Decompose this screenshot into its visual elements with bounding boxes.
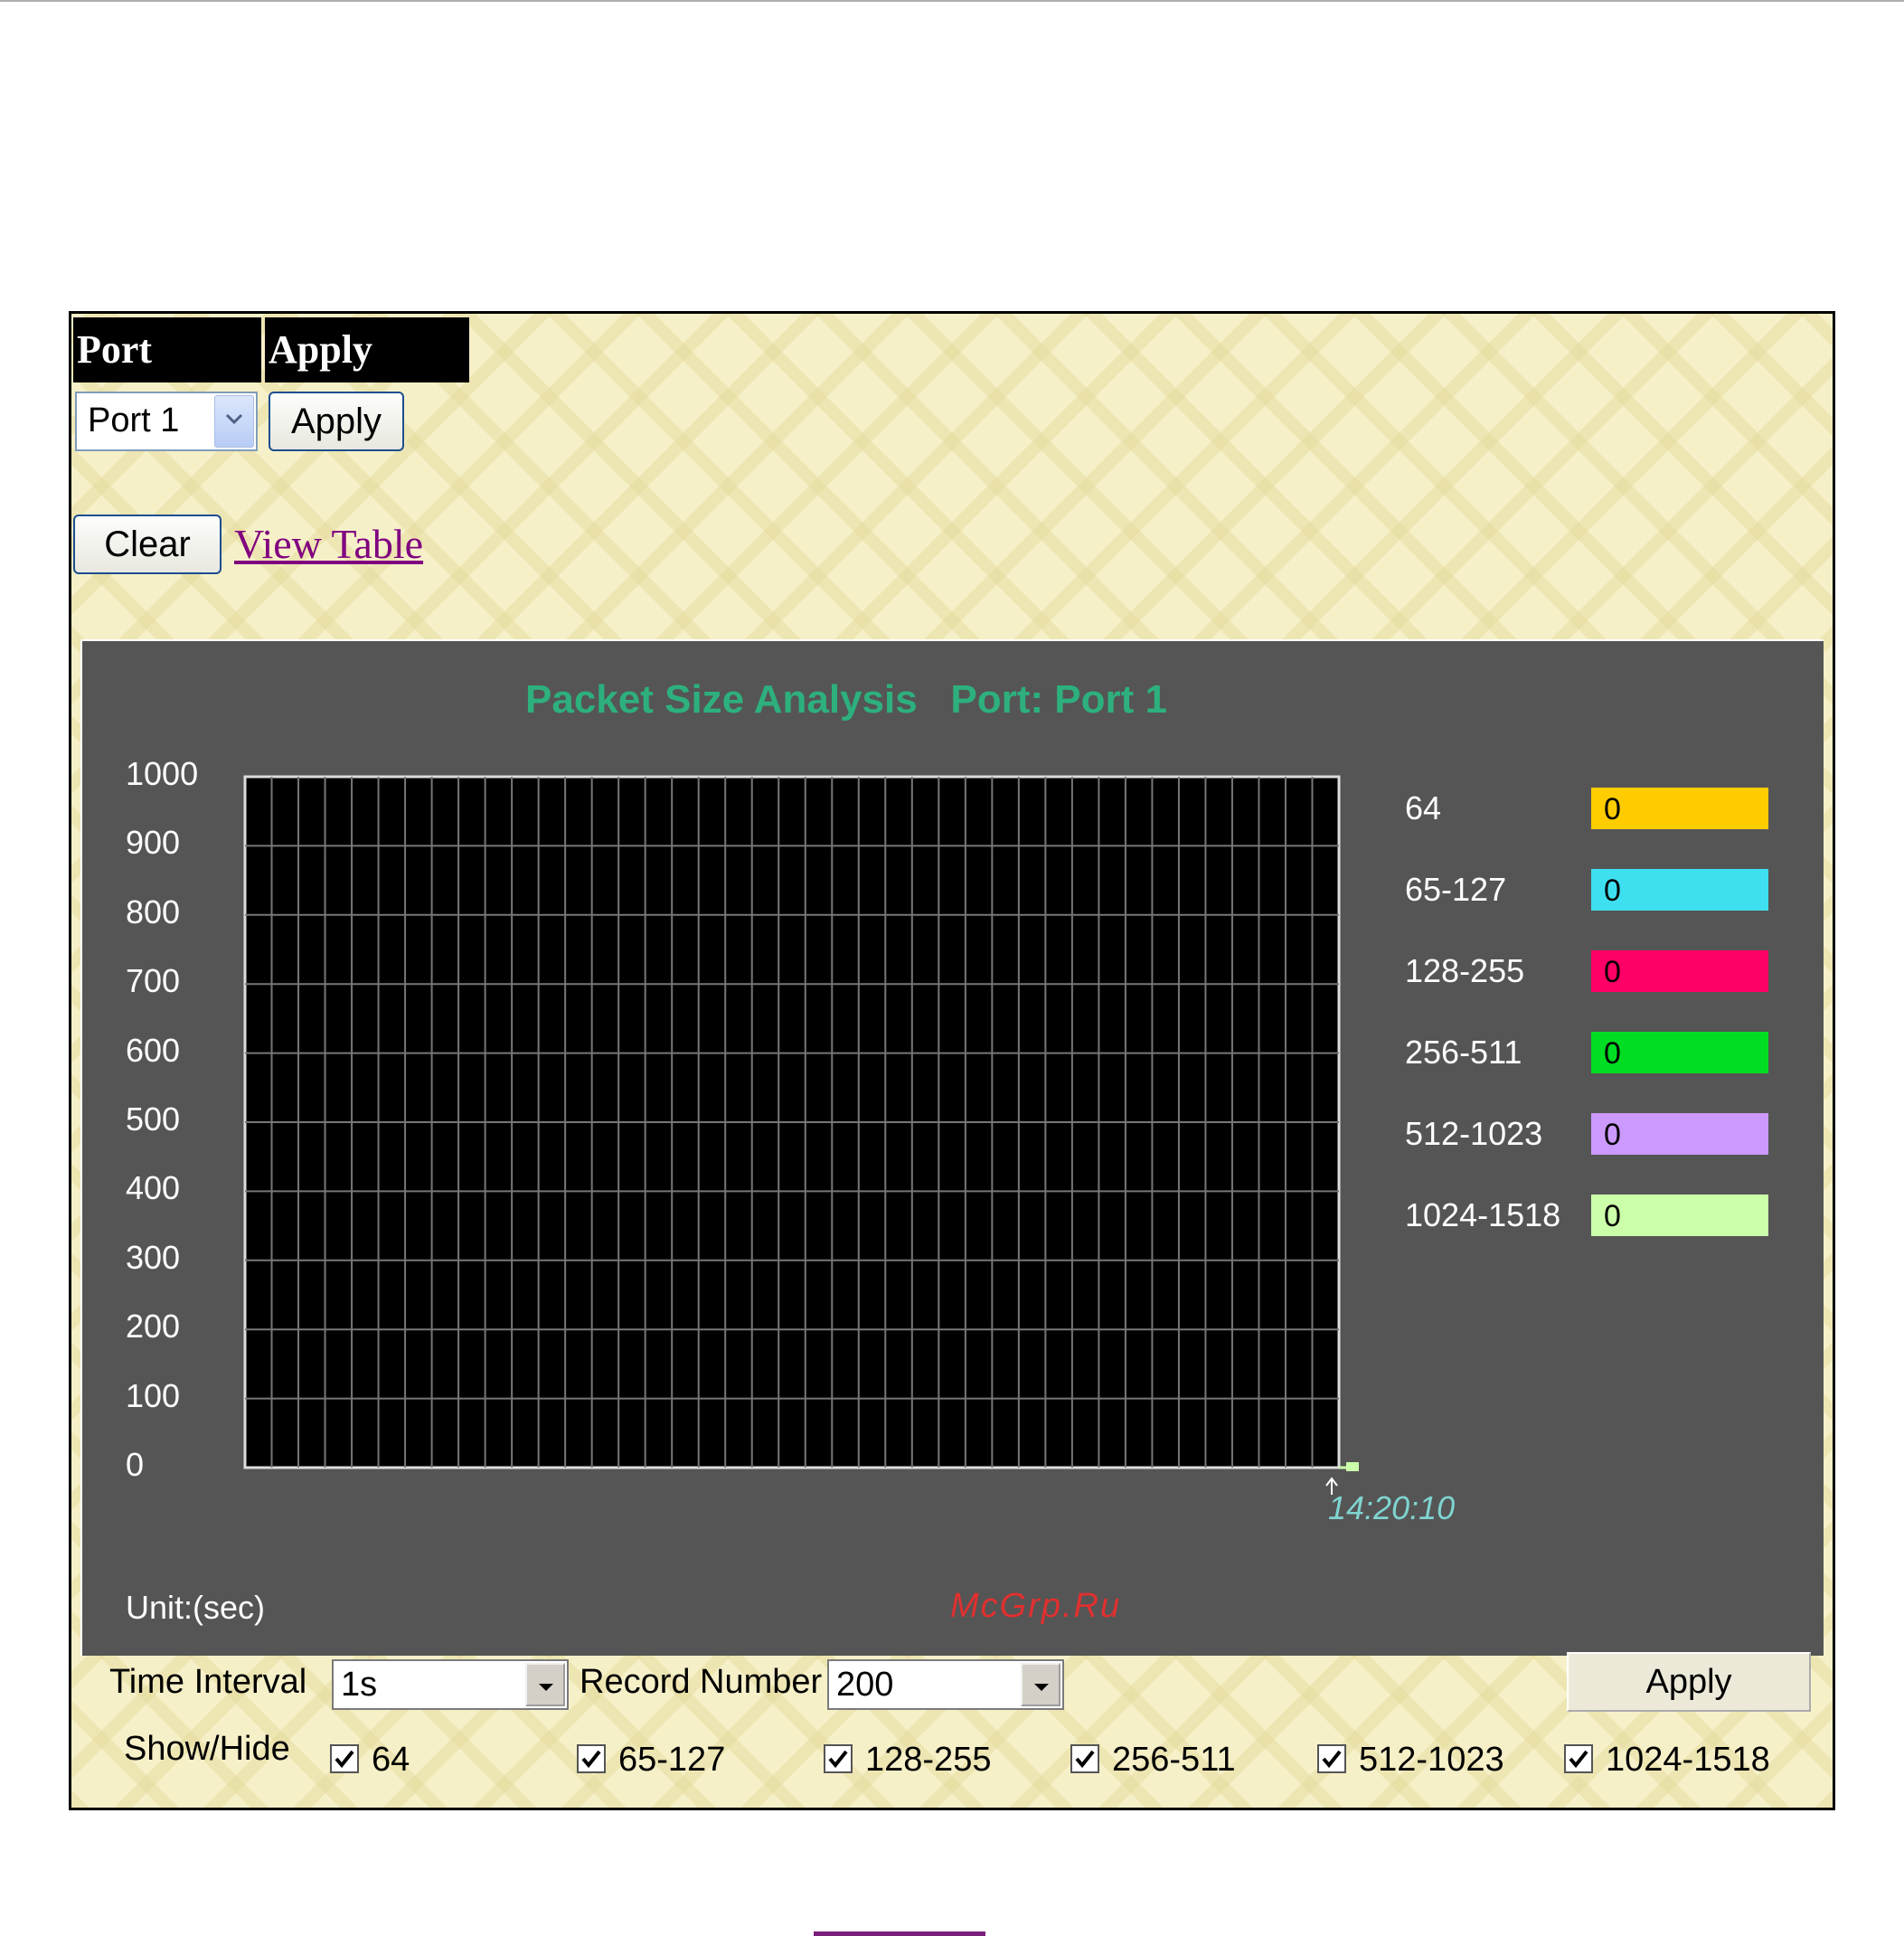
- legend-label: 65-127: [1405, 871, 1507, 908]
- checkmark-icon: [581, 1750, 601, 1769]
- legend-label: 512-1023: [1405, 1115, 1543, 1152]
- y-tick-label: 800: [126, 892, 181, 930]
- checkmark-icon: [335, 1750, 354, 1769]
- checkbox-icon[interactable]: [824, 1744, 853, 1773]
- checkbox-label: 1024-1518: [1606, 1741, 1770, 1779]
- legend-label: 128-255: [1405, 952, 1525, 989]
- watermark-text: McGrp.Ru: [950, 1587, 1122, 1625]
- legend-value-box: 0: [1591, 1195, 1768, 1236]
- y-tick-label: 0: [126, 1446, 145, 1483]
- record-number-select[interactable]: 200: [827, 1659, 1064, 1710]
- checkbox-icon[interactable]: [1070, 1744, 1099, 1773]
- packet-size-panel: Port Apply Port 1 Apply Clear View Table…: [69, 311, 1835, 1810]
- y-tick-label: 1000: [126, 755, 199, 792]
- legend-value-box: 0: [1591, 950, 1768, 992]
- y-tick-label: 600: [126, 1031, 181, 1069]
- port-select[interactable]: Port 1: [75, 392, 258, 451]
- x-tick-label: 14:20:10: [1328, 1489, 1456, 1526]
- checkbox-label: 65-127: [618, 1741, 726, 1779]
- checkbox-icon[interactable]: [330, 1744, 359, 1773]
- checkmark-icon: [1322, 1750, 1342, 1769]
- y-tick-label: 100: [126, 1376, 181, 1414]
- apply-column-header: Apply: [265, 317, 469, 382]
- checkbox-icon[interactable]: [577, 1744, 606, 1773]
- checkbox-label: 128-255: [865, 1741, 992, 1779]
- clear-button[interactable]: Clear: [73, 515, 222, 574]
- legend-label: 1024-1518: [1405, 1196, 1561, 1233]
- checkbox-label: 256-511: [1112, 1741, 1236, 1779]
- y-tick-label: 700: [126, 962, 181, 1000]
- chevron-down-icon[interactable]: [214, 395, 254, 448]
- checkmark-icon: [1569, 1750, 1588, 1769]
- legend-value-box: 0: [1591, 788, 1768, 829]
- chart-apply-button[interactable]: Apply: [1567, 1652, 1811, 1712]
- time-interval-label: Time Interval: [109, 1663, 307, 1701]
- chart-area: Packet Size Analysis Port: Port 1 1000 90…: [80, 639, 1824, 1656]
- record-number-label: Record Number: [580, 1663, 823, 1701]
- legend-value-box: 0: [1591, 1113, 1768, 1155]
- port-select-value: Port 1: [88, 401, 180, 439]
- plot-grid: [243, 775, 1359, 1495]
- legend-value-box: 0: [1591, 1032, 1768, 1073]
- y-tick-label: 900: [126, 824, 181, 862]
- y-tick-label: 200: [126, 1308, 181, 1346]
- y-tick-label: 500: [126, 1100, 181, 1138]
- bottom-mark: [814, 1931, 985, 1936]
- checkmark-icon: [828, 1750, 848, 1769]
- legend-value-box: 0: [1591, 869, 1768, 911]
- port-apply-button[interactable]: Apply: [269, 392, 404, 451]
- checkbox-icon[interactable]: [1564, 1744, 1593, 1773]
- legend-label: 64: [1405, 789, 1442, 826]
- y-tick-label: 400: [126, 1169, 181, 1207]
- checkmark-icon: [1075, 1750, 1095, 1769]
- time-interval-select[interactable]: 1s: [332, 1659, 569, 1710]
- top-rule: [0, 0, 1904, 2]
- checkbox-label: 512-1023: [1359, 1741, 1504, 1779]
- port-column-header: Port: [73, 317, 261, 382]
- checkbox-icon[interactable]: [1317, 1744, 1346, 1773]
- legend-label: 256-511: [1405, 1034, 1522, 1071]
- chevron-down-icon[interactable]: [1021, 1663, 1060, 1706]
- view-table-link[interactable]: View Table: [234, 520, 423, 568]
- y-tick-label: 300: [126, 1238, 181, 1276]
- record-number-value: 200: [836, 1666, 894, 1704]
- chevron-down-icon[interactable]: [525, 1663, 565, 1706]
- checkbox-label: 64: [372, 1741, 410, 1779]
- time-interval-value: 1s: [341, 1666, 378, 1704]
- x-unit-label: Unit:(sec): [126, 1589, 266, 1626]
- show-hide-label: Show/Hide: [124, 1730, 290, 1768]
